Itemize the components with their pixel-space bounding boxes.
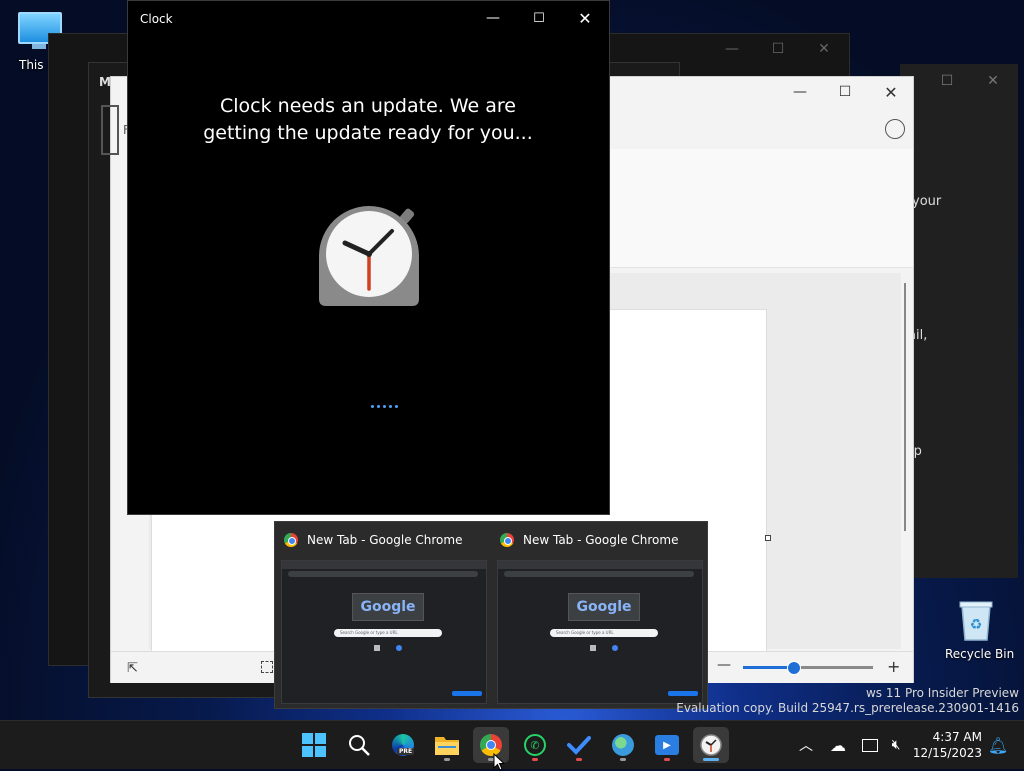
whatsapp-icon: ✆ bbox=[524, 734, 546, 756]
todo-button[interactable] bbox=[561, 727, 597, 763]
file-explorer-button[interactable] bbox=[429, 727, 465, 763]
preview-search-box: Search Google or type a URL bbox=[550, 629, 658, 637]
running-indicator bbox=[532, 758, 538, 761]
maximize-button[interactable]: ☐ bbox=[769, 40, 787, 58]
close-button[interactable]: ✕ bbox=[576, 9, 594, 28]
loading-dot bbox=[377, 405, 380, 408]
whatsapp-button[interactable]: ✆ bbox=[517, 727, 553, 763]
volume-button[interactable]: 🔇︎ bbox=[884, 733, 908, 757]
running-indicator bbox=[620, 758, 626, 761]
chrome-icon bbox=[284, 533, 298, 547]
loading-dot bbox=[395, 405, 398, 408]
clock-icon bbox=[700, 734, 722, 756]
clock-button[interactable] bbox=[693, 727, 729, 763]
chrome-preview-1[interactable]: New Tab - Google Chrome Google Search Go… bbox=[275, 522, 491, 708]
recycle-bin-label: Recycle Bin bbox=[945, 647, 1015, 661]
notifications-button[interactable]: 🔔︎ bbox=[986, 733, 1010, 757]
network-button[interactable] bbox=[858, 733, 882, 757]
loading-dot bbox=[383, 405, 386, 408]
resize-handle[interactable] bbox=[765, 535, 771, 541]
monitor-stand bbox=[32, 44, 46, 49]
watermark-line-1: ws 11 Pro Insider Preview bbox=[865, 686, 1019, 700]
chevron-up-icon: ︿ bbox=[799, 738, 813, 754]
zoom-slider[interactable] bbox=[743, 661, 873, 675]
chrome-preview-2[interactable]: New Tab - Google Chrome Google Search Go… bbox=[491, 522, 707, 708]
bell-icon: 🔔︎ bbox=[987, 735, 1009, 755]
zoom-out-button[interactable]: — bbox=[717, 657, 731, 673]
selection-icon[interactable] bbox=[261, 661, 273, 673]
loading-dot bbox=[389, 405, 392, 408]
preview-screenshot: Google Search Google or type a URL bbox=[497, 560, 703, 704]
maps-button[interactable] bbox=[605, 727, 641, 763]
watermark-line-2: Evaluation copy. Build 25947.rs_prerelea… bbox=[676, 701, 1019, 715]
preview-title: New Tab - Google Chrome bbox=[307, 533, 463, 547]
loading-dot bbox=[371, 405, 374, 408]
desktop-icon-recycle-bin[interactable]: ♻ Recycle Bin bbox=[938, 596, 1014, 662]
maximize-button[interactable]: ☐ bbox=[938, 72, 956, 90]
clock-window[interactable]: Clock — ☐ ✕ Clock needs an update. We ar… bbox=[127, 0, 610, 515]
edge-badge: PRE bbox=[397, 748, 415, 755]
onedrive-button[interactable]: ☁ bbox=[826, 733, 850, 757]
loading-dots bbox=[371, 405, 398, 408]
mouse-cursor-icon bbox=[493, 753, 505, 771]
check-icon bbox=[567, 736, 591, 755]
network-icon bbox=[862, 738, 878, 752]
zoom-in-button[interactable]: + bbox=[887, 657, 900, 676]
running-indicator bbox=[576, 758, 582, 761]
running-indicator bbox=[444, 758, 450, 761]
clock-app-icon bbox=[319, 206, 419, 306]
edge-button[interactable]: PRE bbox=[385, 727, 421, 763]
media-button[interactable]: ▶ bbox=[649, 727, 685, 763]
folder-icon bbox=[435, 737, 459, 755]
time-text: 4:37 AM bbox=[932, 730, 982, 744]
close-button[interactable]: ✕ bbox=[984, 72, 1002, 90]
taskbar: PRE ✆ ▶ ︿ ☁ 🔇︎ 4:37 AM 12/15/2023 🔔︎ bbox=[0, 720, 1024, 771]
windows-logo-icon bbox=[302, 733, 326, 757]
tool-button-outline[interactable] bbox=[101, 105, 119, 155]
chrome-icon bbox=[500, 533, 514, 547]
window-title: Clock bbox=[140, 12, 173, 26]
google-logo: Google bbox=[576, 599, 632, 615]
cloud-off-icon: ☁ bbox=[830, 735, 846, 755]
running-indicator bbox=[664, 758, 670, 761]
preview-title: New Tab - Google Chrome bbox=[523, 533, 679, 547]
minimize-button[interactable]: — bbox=[484, 9, 502, 27]
vertical-scrollbar[interactable] bbox=[904, 283, 906, 531]
globe-icon bbox=[612, 734, 634, 756]
volume-muted-icon: 🔇︎ bbox=[891, 737, 901, 753]
play-icon: ▶ bbox=[655, 735, 679, 755]
settings-people-icon[interactable] bbox=[885, 119, 905, 139]
maximize-button[interactable]: ☐ bbox=[836, 83, 854, 101]
search-icon bbox=[349, 735, 370, 756]
chrome-preview-flyout: New Tab - Google Chrome Google Search Go… bbox=[274, 521, 708, 709]
close-button[interactable]: ✕ bbox=[882, 83, 900, 102]
minimize-button[interactable]: — bbox=[791, 83, 809, 101]
recycle-bin-icon: ♻ bbox=[959, 601, 993, 641]
close-button[interactable]: ✕ bbox=[815, 40, 833, 58]
background-window-dark-right[interactable]: ☐ ✕ your ail, lp bbox=[900, 64, 1018, 578]
text-fragment: your bbox=[912, 194, 942, 209]
date-text: 12/15/2023 bbox=[912, 746, 982, 760]
show-hidden-icons-button[interactable]: ︿ bbox=[794, 733, 818, 757]
pointer-icon[interactable]: ⇱ bbox=[127, 661, 138, 676]
preview-screenshot: Google Search Google or type a URL bbox=[281, 560, 487, 704]
active-indicator bbox=[703, 758, 719, 761]
minimize-button[interactable]: — bbox=[723, 40, 741, 58]
preview-search-box: Search Google or type a URL bbox=[334, 629, 442, 637]
zoom-slider-fill bbox=[743, 666, 793, 669]
search-button[interactable] bbox=[341, 727, 377, 763]
zoom-slider-thumb[interactable] bbox=[787, 661, 801, 675]
svg-text:♻: ♻ bbox=[970, 617, 983, 633]
start-button[interactable] bbox=[296, 727, 332, 763]
google-logo: Google bbox=[360, 599, 416, 615]
update-message: Clock needs an update. We are getting th… bbox=[203, 95, 533, 144]
maximize-button[interactable]: ☐ bbox=[530, 9, 548, 27]
clock-area[interactable]: 4:37 AM 12/15/2023 bbox=[912, 729, 982, 761]
